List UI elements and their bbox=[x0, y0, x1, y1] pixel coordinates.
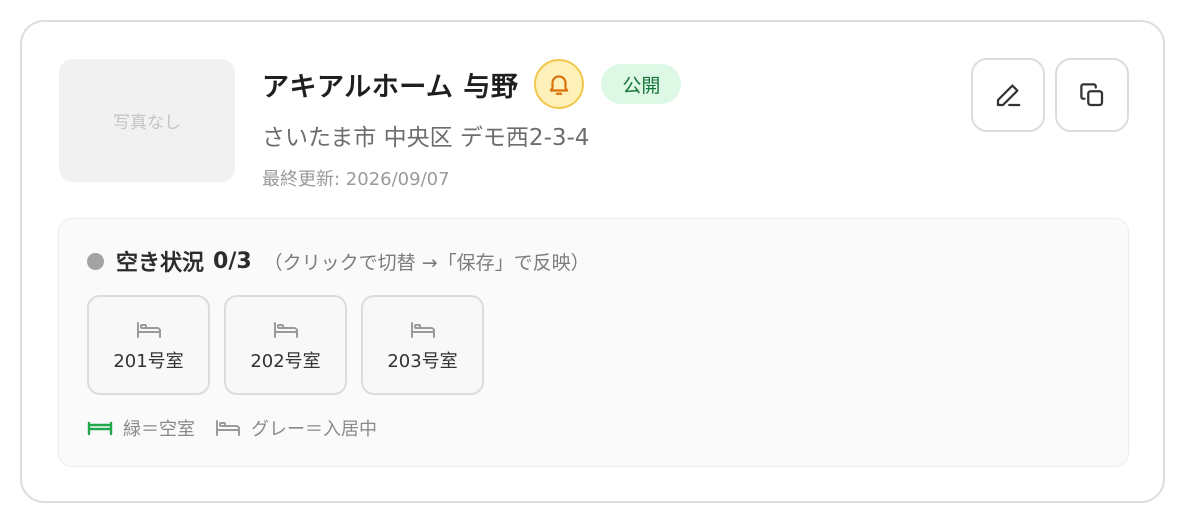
bed-icon bbox=[273, 322, 298, 338]
bed-icon-vacant bbox=[87, 421, 113, 436]
vacancy-count: 0/3 bbox=[213, 248, 252, 274]
bed-icon-occupied bbox=[216, 420, 240, 436]
legend-vacant: 緑＝空室 bbox=[87, 415, 195, 441]
room-label: 201号室 bbox=[113, 351, 184, 372]
property-name: アキアルホーム 与野 bbox=[262, 71, 519, 103]
vacancy-hint: （クリックで切替 →「保存」で反映） bbox=[263, 251, 590, 274]
status-dot bbox=[87, 252, 104, 270]
room-label: 203号室 bbox=[387, 351, 458, 372]
edit-button[interactable] bbox=[971, 58, 1045, 132]
vacancy-title: 空き状況 bbox=[116, 251, 205, 276]
bell-icon bbox=[550, 75, 569, 95]
bed-icon bbox=[136, 322, 161, 338]
room-toggle-202[interactable]: 202号室 bbox=[224, 295, 347, 395]
room-list: 201号室 202号室 203号室 bbox=[87, 295, 484, 395]
pencil-icon bbox=[996, 84, 1021, 107]
room-toggle-201[interactable]: 201号室 bbox=[87, 295, 210, 395]
vacancy-legend: 緑＝空室 グレー＝入居中 bbox=[87, 415, 377, 441]
legend-occupied: グレー＝入居中 bbox=[215, 415, 377, 441]
property-title-row: アキアルホーム 与野 公開 bbox=[262, 59, 682, 109]
property-address: さいたま市 中央区 デモ西2-3-4 bbox=[262, 125, 590, 151]
vacancy-panel: 空き状況 0/3 （クリックで切替 →「保存」で反映） 201号室 202号室 bbox=[58, 218, 1129, 467]
copy-icon bbox=[1080, 83, 1104, 107]
property-card: 写真なし アキアルホーム 与野 公開 さいたま市 中央区 デモ西2-3-4 最終… bbox=[20, 20, 1165, 503]
legend-vacant-label: 緑＝空室 bbox=[123, 419, 195, 440]
status-badge: 公開 bbox=[601, 64, 682, 104]
notification-bell-button[interactable] bbox=[534, 59, 585, 109]
photo-placeholder: 写真なし bbox=[59, 59, 235, 182]
bed-icon bbox=[410, 322, 435, 338]
room-toggle-203[interactable]: 203号室 bbox=[361, 295, 484, 395]
room-label: 202号室 bbox=[250, 351, 321, 372]
vacancy-header: 空き状況 0/3 （クリックで切替 →「保存」で反映） bbox=[87, 244, 590, 278]
last-updated: 最終更新: 2026/09/07 bbox=[262, 169, 450, 190]
copy-button[interactable] bbox=[1055, 58, 1129, 132]
legend-occupied-label: グレー＝入居中 bbox=[251, 419, 377, 440]
photo-placeholder-text: 写真なし bbox=[113, 113, 181, 133]
